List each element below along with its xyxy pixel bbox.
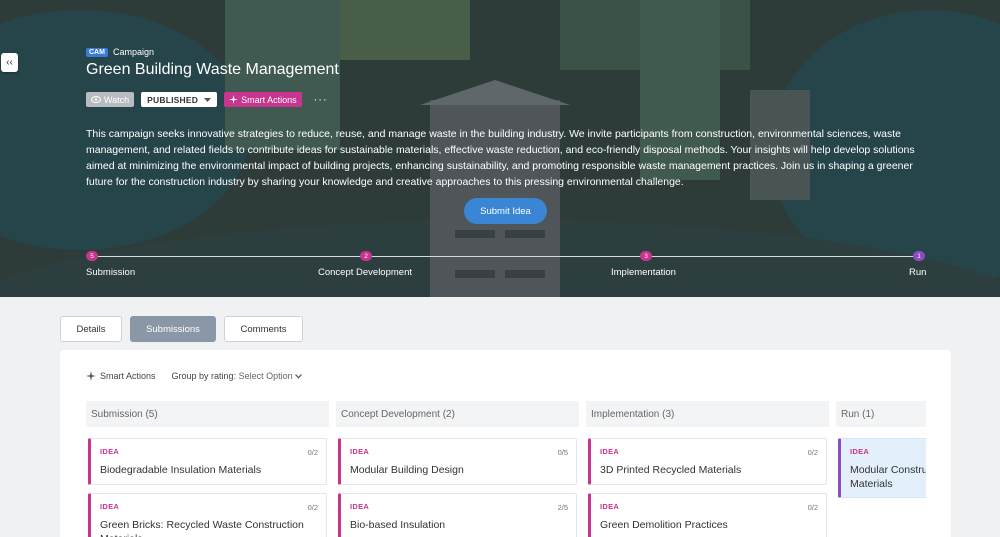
stage-count-run[interactable]: 1	[913, 251, 925, 261]
idea-card[interactable]: IDEA 0/2 Green Bricks: Recycled Waste Co…	[88, 493, 327, 537]
stage-label-concept-development[interactable]: Concept Development	[318, 267, 412, 278]
campaign-tabs: Details Submissions Comments	[60, 316, 303, 342]
stage-label-run[interactable]: Run	[909, 267, 926, 278]
idea-card[interactable]: IDEA 0/5 Modular Building Design	[338, 438, 577, 485]
eye-icon	[91, 96, 101, 103]
watch-button[interactable]: Watch	[86, 92, 135, 107]
stage-count-implementation[interactable]: 3	[640, 251, 652, 261]
card-title: Green Demolition Practices	[600, 519, 728, 531]
caret-down-icon	[204, 97, 212, 102]
stage-timeline	[92, 256, 920, 257]
card-type-tag: IDEA	[600, 447, 620, 456]
card-title: Bio-based Insulation	[350, 519, 446, 531]
card-type-tag: IDEA	[600, 502, 620, 511]
card-rating-count: 0/2	[807, 448, 818, 457]
column-header-implementation: Implementation (3)	[586, 401, 829, 427]
board-smart-actions-button[interactable]: Smart Actions	[86, 371, 156, 381]
breadcrumb-label: Campaign	[112, 47, 154, 57]
column-header-concept-development: Concept Development (2)	[336, 401, 579, 427]
stage-label-submission[interactable]: Submission	[86, 267, 135, 278]
campaign-description: This campaign seeks innovative strategie…	[86, 128, 915, 188]
column-header-submission: Submission (5)	[86, 401, 329, 427]
card-title: Modular Building Design	[350, 464, 464, 476]
double-chevron-left-icon: ‹‹	[6, 57, 13, 68]
stage-count-submission[interactable]: 5	[86, 251, 98, 261]
status-label: PUBLISHED	[147, 94, 199, 105]
card-rating-count: 0/2	[307, 503, 318, 512]
collapse-sidebar-button[interactable]: ‹‹	[1, 53, 18, 72]
card-title: 3D Printed Recycled Materials	[600, 464, 742, 476]
card-rating-count: 0/2	[307, 448, 318, 457]
stage-label-implementation[interactable]: Implementation	[611, 267, 676, 278]
idea-card[interactable]: IDEA 0/2 Green Demolition Practices	[588, 493, 827, 537]
smart-actions-button[interactable]: Smart Actions	[224, 92, 302, 107]
idea-card[interactable]: IDEA 0/2 Biodegradable Insulation Materi…	[88, 438, 327, 485]
group-by-rating-select[interactable]: Group by rating: Select Option	[172, 371, 303, 381]
card-type-tag: IDEA	[100, 447, 120, 456]
tab-comments[interactable]: Comments	[224, 316, 303, 342]
breadcrumb: CAM Campaign	[86, 47, 154, 57]
board-column-clip	[926, 438, 951, 537]
watch-label: Watch	[104, 94, 130, 105]
card-rating-count: 2/5	[557, 503, 568, 512]
card-type-tag: IDEA	[850, 447, 870, 456]
card-title: Green Bricks: Recycled Waste Constructio…	[100, 519, 304, 537]
tab-submissions[interactable]: Submissions	[130, 316, 216, 342]
card-type-tag: IDEA	[350, 502, 370, 511]
sparkle-icon	[86, 371, 96, 381]
submit-idea-button[interactable]: Submit Idea	[464, 198, 547, 224]
group-by-label: Group by rating:	[171, 371, 237, 381]
card-rating-count: 0/2	[807, 503, 818, 512]
board-toolbar: Smart Actions Group by rating: Select Op…	[86, 371, 303, 381]
smart-actions-label: Smart Actions	[241, 94, 297, 105]
chevron-down-icon	[295, 374, 303, 379]
tab-details[interactable]: Details	[60, 316, 122, 342]
page-title: Green Building Waste Management	[86, 61, 339, 78]
campaign-actions: Watch PUBLISHED Smart Actions ···	[86, 92, 328, 107]
card-title: Biodegradable Insulation Materials	[100, 464, 262, 476]
idea-card[interactable]: IDEA 0/2 3D Printed Recycled Materials	[588, 438, 827, 485]
column-header-run: Run (1)	[836, 401, 926, 427]
sparkle-icon	[229, 95, 239, 104]
card-type-tag: IDEA	[100, 502, 120, 511]
card-type-tag: IDEA	[350, 447, 370, 456]
status-dropdown[interactable]: PUBLISHED	[141, 92, 218, 107]
more-options-icon[interactable]: ···	[314, 94, 328, 106]
idea-card[interactable]: IDEA 2/5 Bio-based Insulation	[338, 493, 577, 537]
group-by-value: Select Option	[238, 371, 293, 381]
card-rating-count: 0/5	[557, 448, 568, 457]
board-smart-actions-label: Smart Actions	[100, 371, 156, 381]
board-scroll-clip	[951, 350, 1000, 537]
campaign-type-badge: CAM	[86, 47, 108, 57]
stage-count-concept-development[interactable]: 2	[360, 251, 372, 261]
